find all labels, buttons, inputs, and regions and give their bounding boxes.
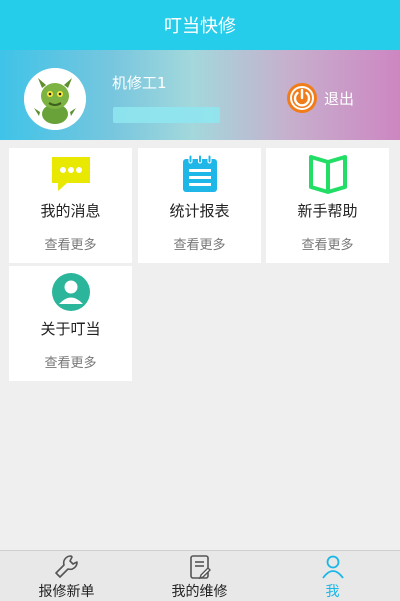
user-circle-icon [51, 273, 90, 311]
clipboard-edit-icon [189, 555, 211, 580]
logout-label: 退出 [324, 89, 355, 108]
blurred-info-bar [113, 107, 220, 123]
nav-tab-my-repairs[interactable]: 我的维修 [133, 551, 266, 601]
menu-card-help[interactable]: 新手帮助 查看更多 [266, 148, 389, 263]
view-more-link[interactable]: 查看更多 [9, 234, 132, 253]
message-icon [51, 157, 90, 191]
view-more-link[interactable]: 查看更多 [138, 234, 261, 253]
nav-label: 我 [325, 584, 340, 600]
power-icon [287, 83, 317, 113]
nav-label: 报修新单 [38, 584, 95, 600]
menu-card-label: 关于叮当 [40, 320, 101, 338]
nav-tab-new-repair[interactable]: 报修新单 [0, 551, 133, 601]
profile-banner: 机修工1 退出 [0, 50, 400, 140]
menu-card-reports[interactable]: 统计报表 查看更多 [138, 148, 261, 263]
report-icon [182, 154, 217, 192]
menu-card-about[interactable]: 关于叮当 查看更多 [9, 266, 132, 381]
dragon-avatar-icon [24, 68, 86, 130]
menu-card-label: 新手帮助 [297, 202, 358, 220]
person-icon [321, 555, 344, 579]
menu-card-label: 统计报表 [169, 202, 230, 220]
nav-label: 我的维修 [171, 584, 228, 600]
page-title: 叮当快修 [164, 16, 236, 37]
wrench-icon [54, 555, 78, 578]
header-bar: 叮当快修 [0, 0, 400, 50]
book-icon [308, 155, 347, 194]
view-more-link[interactable]: 查看更多 [266, 234, 389, 253]
bottom-nav: 报修新单 我的维修 我 [0, 550, 400, 601]
nav-tab-me[interactable]: 我 [266, 551, 399, 601]
menu-card-messages[interactable]: 我的消息 查看更多 [9, 148, 132, 263]
view-more-link[interactable]: 查看更多 [9, 352, 132, 371]
username: 机修工1 [112, 74, 167, 92]
logout-button[interactable]: 退出 [286, 82, 354, 114]
avatar[interactable] [24, 68, 86, 130]
menu-card-label: 我的消息 [40, 202, 101, 220]
